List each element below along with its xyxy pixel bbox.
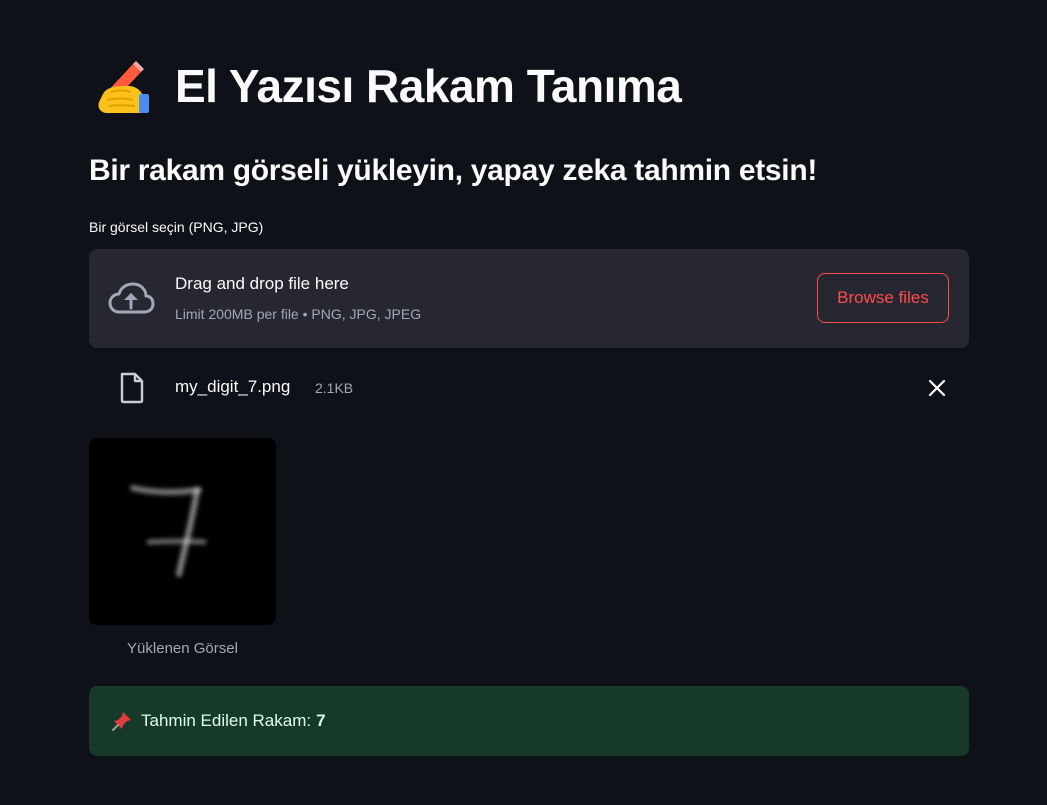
file-icon <box>119 372 145 404</box>
dropzone-limit-text: Limit 200MB per file • PNG, JPG, JPEG <box>175 306 422 322</box>
prediction-label: Tahmin Edilen Rakam: <box>141 711 312 730</box>
prediction-value: 7 <box>316 711 326 730</box>
uploaded-file-name: my_digit_7.png <box>175 377 291 396</box>
page-title-row: El Yazısı Rakam Tanıma <box>89 56 682 116</box>
writing-hand-icon <box>89 56 153 116</box>
dropzone-title: Drag and drop file here <box>175 274 349 293</box>
cloud-upload-icon <box>107 281 155 317</box>
prediction-result-alert: Tahmin Edilen Rakam: 7 <box>89 686 969 756</box>
close-icon[interactable] <box>925 376 949 400</box>
browse-files-button[interactable]: Browse files <box>817 273 949 323</box>
file-dropzone[interactable]: Drag and drop file here Limit 200MB per … <box>89 249 969 348</box>
pushpin-icon <box>111 710 133 732</box>
uploaded-file-size: 2.1KB <box>315 380 354 396</box>
uploaded-digit-image <box>89 438 276 625</box>
page-subtitle: Bir rakam görseli yükleyin, yapay zeka t… <box>89 154 818 187</box>
uploaded-file-row: my_digit_7.png 2.1KB <box>89 368 969 408</box>
uploader-label: Bir görsel seçin (PNG, JPG) <box>89 219 264 235</box>
page-title: El Yazısı Rakam Tanıma <box>175 60 682 112</box>
image-caption: Yüklenen Görsel <box>127 640 238 657</box>
